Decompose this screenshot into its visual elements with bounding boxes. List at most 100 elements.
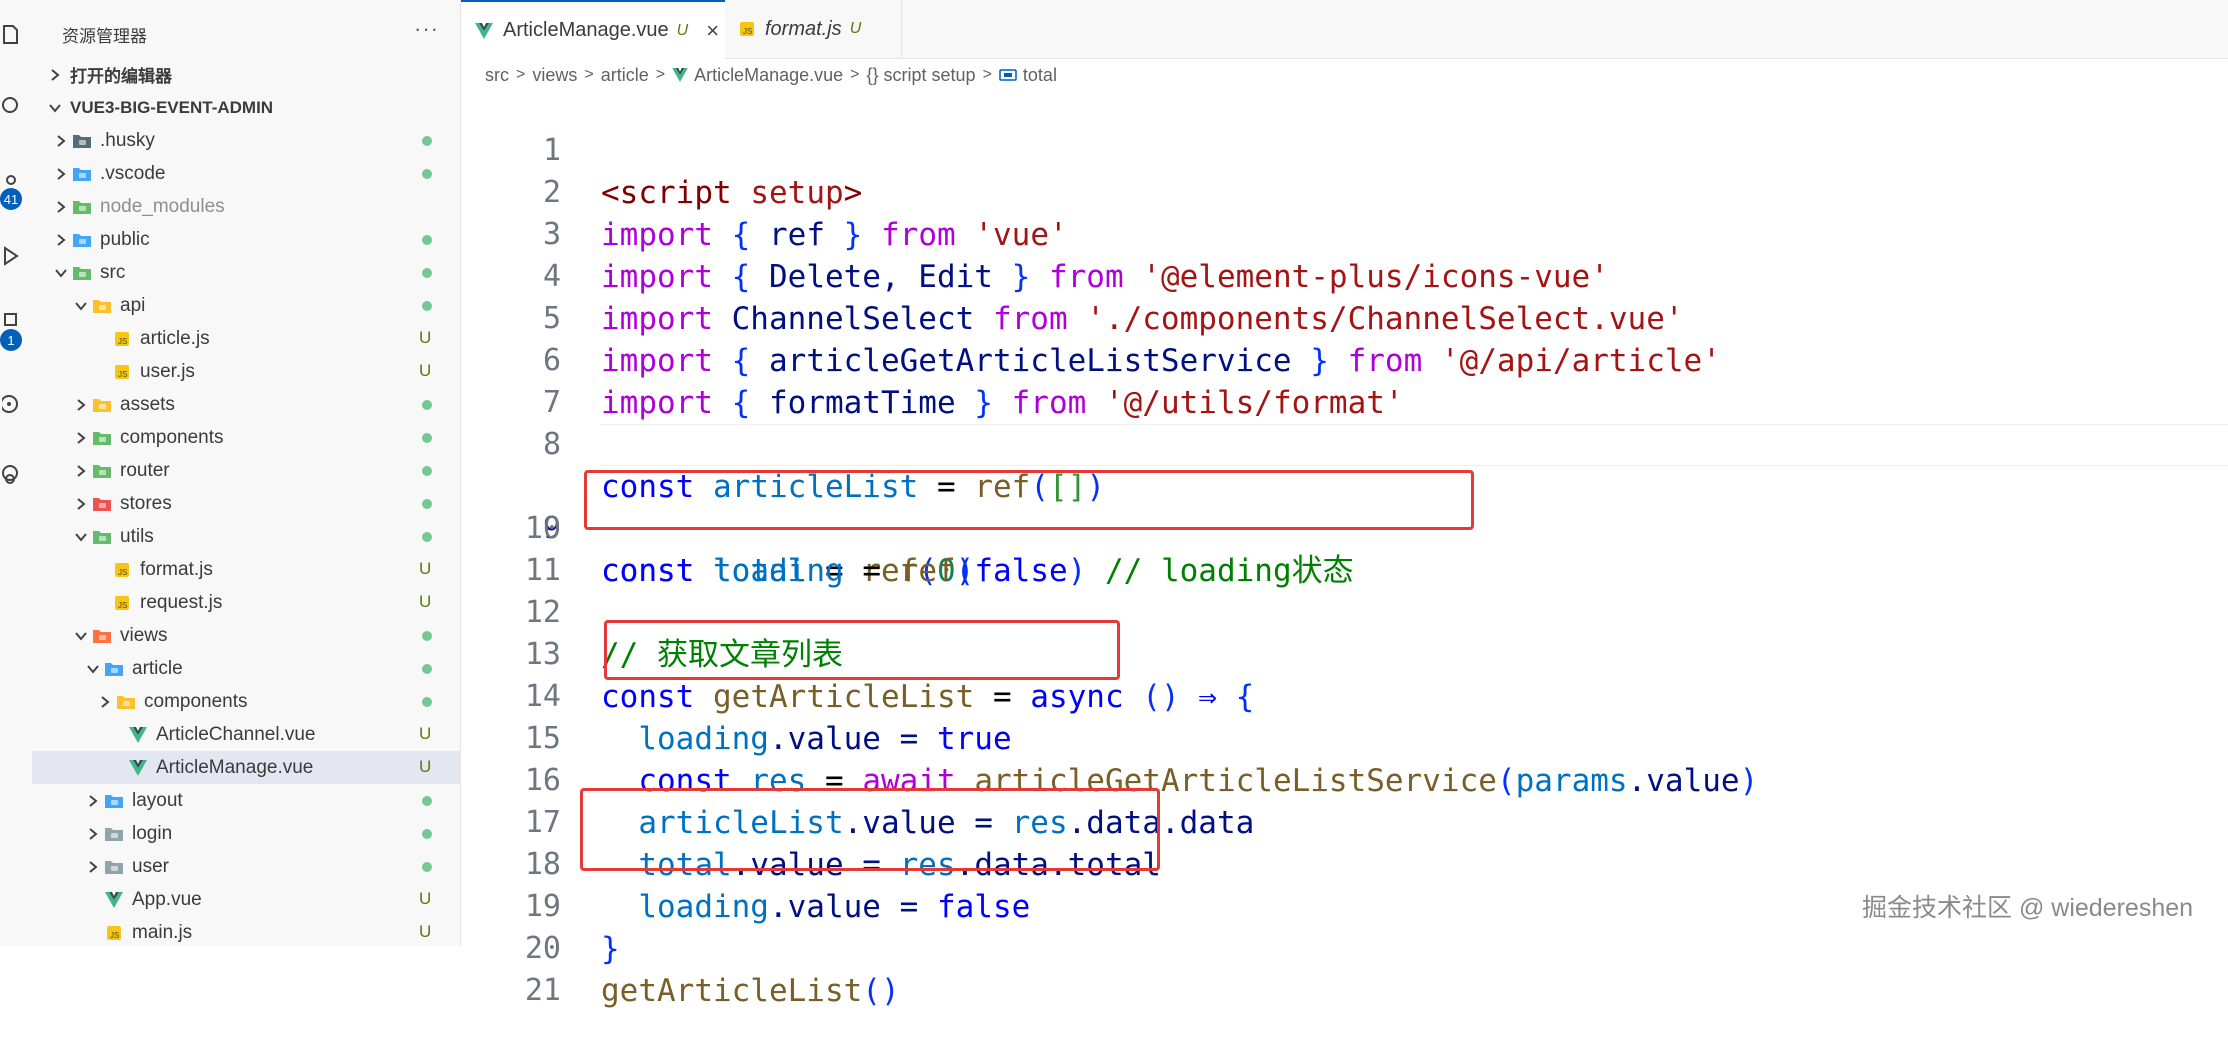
tree-item[interactable]: JS article.js U bbox=[32, 322, 460, 355]
chevron-right-icon[interactable] bbox=[72, 487, 90, 520]
tree-item[interactable]: components bbox=[32, 685, 460, 718]
tree-item[interactable]: article bbox=[32, 652, 460, 685]
tree-item-label: user.js bbox=[140, 360, 195, 382]
tab-label: format.js bbox=[765, 17, 842, 40]
chevron-right-icon[interactable] bbox=[52, 157, 70, 190]
svg-text:JS: JS bbox=[743, 27, 752, 36]
watermark: 掘金技术社区 @ wiedereshen bbox=[1862, 894, 2194, 922]
project-label: VUE3-BIG-EVENT-ADMIN bbox=[70, 97, 274, 117]
more-actions-icon[interactable]: ··· bbox=[414, 16, 439, 42]
tab-articlemanage[interactable]: ArticleManage.vue U × bbox=[461, 0, 726, 59]
git-modified-dot bbox=[422, 466, 432, 476]
chevron-right-icon[interactable] bbox=[72, 421, 90, 454]
tree-item[interactable]: components bbox=[32, 421, 460, 454]
svg-text:JS: JS bbox=[118, 370, 127, 379]
chevron-right-icon[interactable] bbox=[72, 388, 90, 421]
tree-item[interactable]: JS user.js U bbox=[32, 355, 460, 388]
variable-icon bbox=[999, 69, 1017, 81]
git-modified-dot bbox=[422, 235, 432, 245]
tree-item[interactable]: .husky bbox=[32, 124, 460, 157]
files-icon[interactable] bbox=[0, 20, 22, 48]
svg-text:JS: JS bbox=[118, 601, 127, 610]
chevron-right-icon[interactable] bbox=[84, 784, 102, 817]
code-line: 8 const articleList = ref([]) bbox=[461, 382, 2228, 505]
git-status-badge: U bbox=[419, 361, 432, 380]
chevron-right-icon[interactable] bbox=[84, 850, 102, 883]
tab-bar: ArticleManage.vue U × JS format.js U bbox=[461, 0, 2228, 59]
breadcrumb-item[interactable]: {} script setup bbox=[867, 65, 976, 86]
chevron-right-icon[interactable] bbox=[52, 124, 70, 157]
tree-item-label: .husky bbox=[100, 129, 155, 151]
code-line: 2 import { ref } from 'vue' bbox=[461, 130, 2228, 253]
folder-open-icon bbox=[90, 296, 114, 316]
explorer-title: 资源管理器 bbox=[62, 27, 147, 46]
tree-item[interactable]: views bbox=[32, 619, 460, 652]
vue-file-icon bbox=[475, 22, 493, 39]
tree-item[interactable]: ArticleManage.vue U bbox=[32, 751, 460, 784]
chevron-down-icon[interactable] bbox=[72, 520, 90, 553]
line-number: 21 bbox=[524, 973, 561, 1008]
tree-item-label: ArticleChannel.vue bbox=[156, 723, 316, 745]
js-file-icon: JS bbox=[102, 923, 126, 943]
tree-item[interactable]: layout bbox=[32, 784, 460, 817]
tree-item[interactable]: router bbox=[32, 454, 460, 487]
remote-icon[interactable] bbox=[0, 390, 22, 418]
tree-item[interactable]: user bbox=[32, 850, 460, 883]
tree-item[interactable]: JS format.js U bbox=[32, 553, 460, 586]
chevron-down-icon bbox=[32, 103, 70, 113]
breadcrumb-item[interactable]: article bbox=[601, 65, 649, 86]
tab-format[interactable]: JS format.js U bbox=[725, 0, 902, 58]
folder-icon bbox=[90, 395, 114, 415]
breadcrumb-item[interactable]: views bbox=[532, 65, 577, 86]
git-modified-dot bbox=[422, 301, 432, 311]
breadcrumb-item[interactable]: total bbox=[1023, 65, 1057, 86]
tree-item[interactable]: src bbox=[32, 256, 460, 289]
tree-item[interactable]: node_modules bbox=[32, 190, 460, 223]
tree-item[interactable]: assets bbox=[32, 388, 460, 421]
tree-item-label: src bbox=[100, 261, 126, 283]
close-icon[interactable]: × bbox=[706, 18, 719, 44]
tree-item[interactable]: JS main.js U bbox=[32, 916, 460, 946]
chevron-down-icon[interactable] bbox=[72, 619, 90, 652]
breadcrumb-separator: > bbox=[982, 66, 992, 83]
source-control-badge: 41 bbox=[0, 188, 22, 210]
tree-item-label: main.js bbox=[132, 921, 193, 943]
current-line-highlight bbox=[601, 424, 2228, 466]
code-line: 16 articleList.value = res.data.data bbox=[461, 718, 2228, 841]
chevron-right-icon[interactable] bbox=[84, 817, 102, 850]
run-debug-icon[interactable] bbox=[0, 242, 22, 270]
breadcrumb-separator: > bbox=[655, 66, 666, 83]
vue-file-icon bbox=[126, 725, 150, 745]
tree-item[interactable]: stores bbox=[32, 487, 460, 520]
chevron-right-icon[interactable] bbox=[52, 190, 70, 223]
search-icon[interactable] bbox=[0, 92, 22, 120]
tree-item[interactable]: public bbox=[32, 223, 460, 256]
tree-item-label: router bbox=[120, 459, 170, 481]
tree-item[interactable]: .vscode bbox=[32, 157, 460, 190]
project-section[interactable]: VUE3-BIG-EVENT-ADMIN bbox=[32, 91, 460, 124]
chevron-down-icon[interactable] bbox=[72, 289, 90, 322]
tree-item[interactable]: login bbox=[32, 817, 460, 850]
tree-item[interactable]: ArticleChannel.vue U bbox=[32, 718, 460, 751]
chevron-down-icon[interactable] bbox=[84, 652, 102, 685]
tree-item[interactable]: JS request.js U bbox=[32, 586, 460, 619]
chevron-right-icon[interactable] bbox=[72, 454, 90, 487]
breadcrumb-item[interactable]: ArticleManage.vue bbox=[694, 65, 843, 86]
chevron-right-icon[interactable] bbox=[96, 685, 114, 718]
breadcrumb-item[interactable]: src bbox=[485, 65, 509, 86]
git-modified-dot bbox=[422, 268, 432, 278]
tree-item[interactable]: App.vue U bbox=[32, 883, 460, 916]
timeline-icon[interactable] bbox=[0, 460, 22, 488]
folder-open-icon bbox=[102, 659, 126, 679]
open-editors-section[interactable]: 打开的编辑器 bbox=[32, 58, 460, 91]
tree-item[interactable]: utils bbox=[32, 520, 460, 553]
extensions-badge: 1 bbox=[0, 329, 22, 351]
tree-item-label: .vscode bbox=[100, 162, 166, 184]
code-line: 15 const res = await articleGetArticleLi… bbox=[461, 676, 2228, 799]
chevron-right-icon[interactable] bbox=[52, 223, 70, 256]
chevron-down-icon[interactable] bbox=[52, 256, 70, 289]
tree-item-label: App.vue bbox=[132, 888, 202, 910]
explorer-sidebar: 资源管理器 ··· 打开的编辑器 VUE3-BIG-EVENT-ADMIN .h… bbox=[32, 0, 461, 946]
tree-item[interactable]: api bbox=[32, 289, 460, 322]
